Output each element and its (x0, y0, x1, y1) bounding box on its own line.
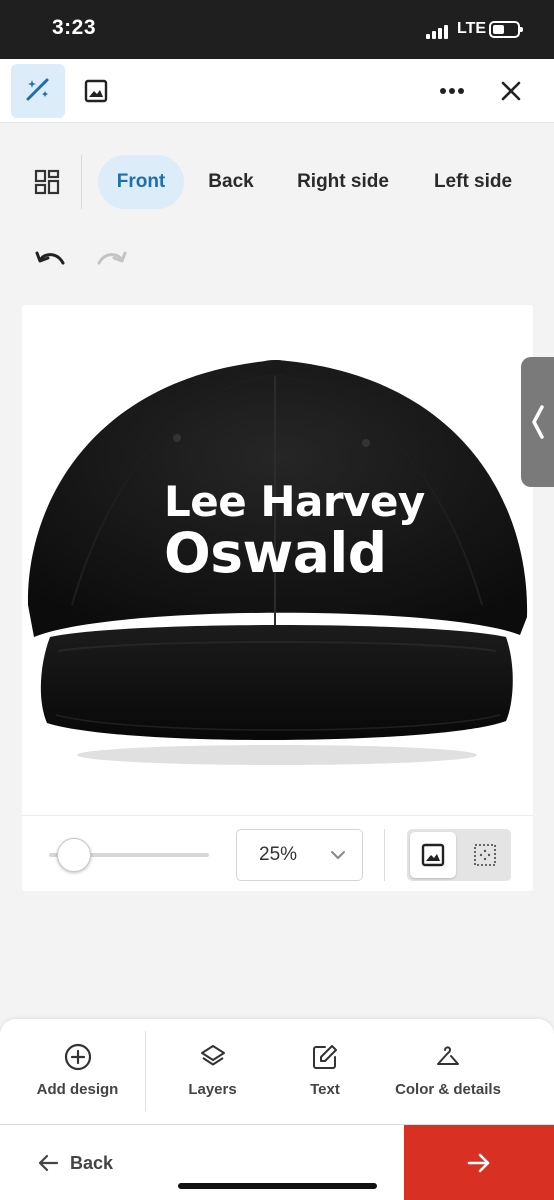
battery-icon (489, 21, 523, 38)
zoom-value: 25% (259, 844, 298, 865)
redo-button[interactable] (91, 243, 131, 267)
dotted-grid-icon (474, 844, 496, 866)
bottom-action-panel: Add design Layers Text Color & details (0, 1019, 554, 1124)
layers-icon (200, 1045, 225, 1066)
status-time: 3:23 (52, 16, 97, 39)
zoom-slider-thumb[interactable] (57, 838, 91, 872)
design-text-line2: Oswald (164, 521, 387, 585)
more-icon (440, 88, 464, 94)
layers-label: Layers (188, 1081, 237, 1098)
tab-front[interactable]: Front (98, 155, 184, 209)
arrow-left-icon (38, 1154, 59, 1172)
design-text-line1: Lee Harvey (164, 477, 425, 526)
image-view-button[interactable] (410, 832, 456, 878)
text-label: Text (310, 1081, 340, 1098)
grid-view-icon (34, 169, 60, 195)
magic-wand-button[interactable] (11, 64, 65, 118)
close-icon (501, 81, 521, 101)
image-button[interactable] (69, 64, 123, 118)
dotted-grid-button[interactable] (462, 832, 508, 878)
add-design-label: Add design (36, 1081, 119, 1098)
grid-view-button[interactable] (27, 162, 67, 202)
tab-right-side[interactable]: Right side (284, 155, 402, 209)
home-indicator (178, 1183, 377, 1189)
add-circle-icon (64, 1043, 91, 1071)
view-mode-toggle (407, 829, 511, 881)
tab-back[interactable]: Back (196, 155, 266, 209)
color-details-button[interactable]: Color & details (386, 1019, 510, 1124)
design-text-layer[interactable]: Lee Harvey Oswald (164, 477, 464, 585)
product-side-tabs: Front Back Right side Left side (0, 150, 554, 212)
chevron-left-icon (531, 405, 544, 439)
zoom-select[interactable]: 25% (236, 829, 363, 881)
close-button[interactable] (484, 64, 538, 118)
zoom-divider (384, 829, 385, 881)
arrow-right-icon (467, 1153, 490, 1173)
image-icon (84, 79, 108, 103)
add-design-button[interactable]: Add design (20, 1019, 135, 1124)
status-bar: 3:23 LTE (0, 0, 554, 59)
editor-toolbar (0, 59, 554, 123)
signal-icon (426, 23, 450, 39)
network-label: LTE (457, 20, 487, 37)
side-panel-handle[interactable] (521, 357, 554, 487)
redo-icon (97, 251, 127, 265)
undo-button[interactable] (31, 243, 71, 267)
action-divider (145, 1031, 146, 1111)
tab-divider (81, 155, 82, 209)
design-canvas[interactable]: Lee Harvey Oswald (22, 305, 533, 816)
edit-text-icon (313, 1045, 337, 1069)
layers-button[interactable]: Layers (165, 1019, 260, 1124)
more-button[interactable] (425, 64, 479, 118)
chevron-down-icon (331, 851, 345, 859)
tab-left-side[interactable]: Left side (420, 155, 526, 209)
magic-wand-icon (26, 78, 49, 101)
zoom-controls: 25% (22, 816, 533, 891)
back-label: Back (70, 1152, 114, 1173)
design-canvas-card: Lee Harvey Oswald 25% (22, 305, 533, 891)
next-button[interactable] (404, 1125, 554, 1200)
color-details-label: Color & details (395, 1081, 501, 1098)
image-view-icon (421, 843, 445, 867)
hanger-icon (437, 1046, 459, 1065)
back-button[interactable]: Back (36, 1149, 113, 1177)
undo-icon (35, 251, 65, 265)
text-button[interactable]: Text (285, 1019, 365, 1124)
